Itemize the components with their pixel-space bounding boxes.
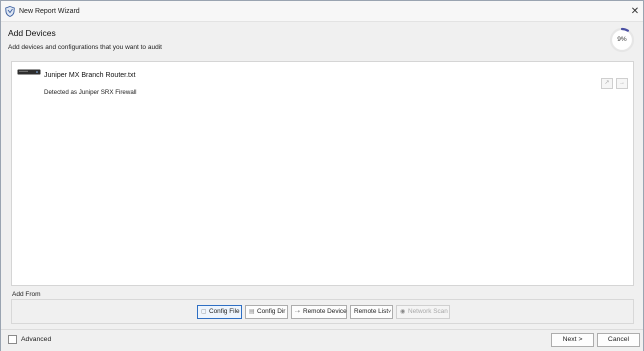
- add-from-label: Add From: [12, 291, 41, 298]
- close-button[interactable]: ✕: [628, 5, 642, 18]
- device-name: Juniper MX Branch Router.txt: [44, 72, 136, 79]
- progress-percent: 9%: [617, 36, 627, 43]
- folder-icon: ▤: [249, 309, 255, 315]
- device-detected-type: Detected as Juniper SRX Firewall: [44, 89, 137, 96]
- config-file-button[interactable]: ▢ Config File: [197, 305, 242, 319]
- remote-device-icon: ⇢: [295, 309, 301, 315]
- advanced-label: Advanced: [21, 336, 52, 343]
- cancel-button[interactable]: Cancel: [597, 333, 640, 347]
- footer-bar: [1, 329, 643, 351]
- window-title: New Report Wizard: [19, 8, 80, 15]
- wizard-window: New Report Wizard ✕ Add Devices Add devi…: [0, 0, 644, 351]
- shield-app-icon: [5, 6, 15, 17]
- device-list-panel: Juniper MX Branch Router.txt Detected as…: [11, 61, 634, 286]
- next-button[interactable]: Next >: [551, 333, 594, 347]
- network-scan-button[interactable]: ◉ Network Scan: [396, 305, 450, 319]
- file-icon: ▢: [201, 309, 207, 315]
- remote-device-button[interactable]: ⇢ Remote Device: [291, 305, 347, 319]
- dropdown-caret-icon: ˅: [388, 309, 392, 315]
- edit-device-button[interactable]: ↗: [601, 78, 613, 89]
- page-title: Add Devices: [8, 28, 56, 38]
- config-dir-button[interactable]: ▤ Config Dir: [245, 305, 288, 319]
- config-file-label: Config File: [209, 308, 240, 315]
- network-scan-icon: ◉: [400, 309, 406, 315]
- remove-device-button[interactable]: →: [616, 78, 628, 89]
- config-dir-label: Config Dir: [257, 308, 286, 315]
- remote-list-label: Remote List: [354, 308, 389, 315]
- title-bar: New Report Wizard ✕: [1, 1, 643, 22]
- network-scan-label: Network Scan: [408, 308, 448, 315]
- remote-device-label: Remote Device: [303, 308, 347, 315]
- router-icon: [17, 69, 41, 75]
- device-list-item[interactable]: Juniper MX Branch Router.txt Detected as…: [17, 68, 629, 106]
- page-subtitle: Add devices and configurations that you …: [8, 44, 162, 51]
- advanced-checkbox[interactable]: [8, 335, 17, 344]
- progress-indicator: 9%: [608, 26, 636, 54]
- remote-list-dropdown[interactable]: Remote List˅: [350, 305, 393, 319]
